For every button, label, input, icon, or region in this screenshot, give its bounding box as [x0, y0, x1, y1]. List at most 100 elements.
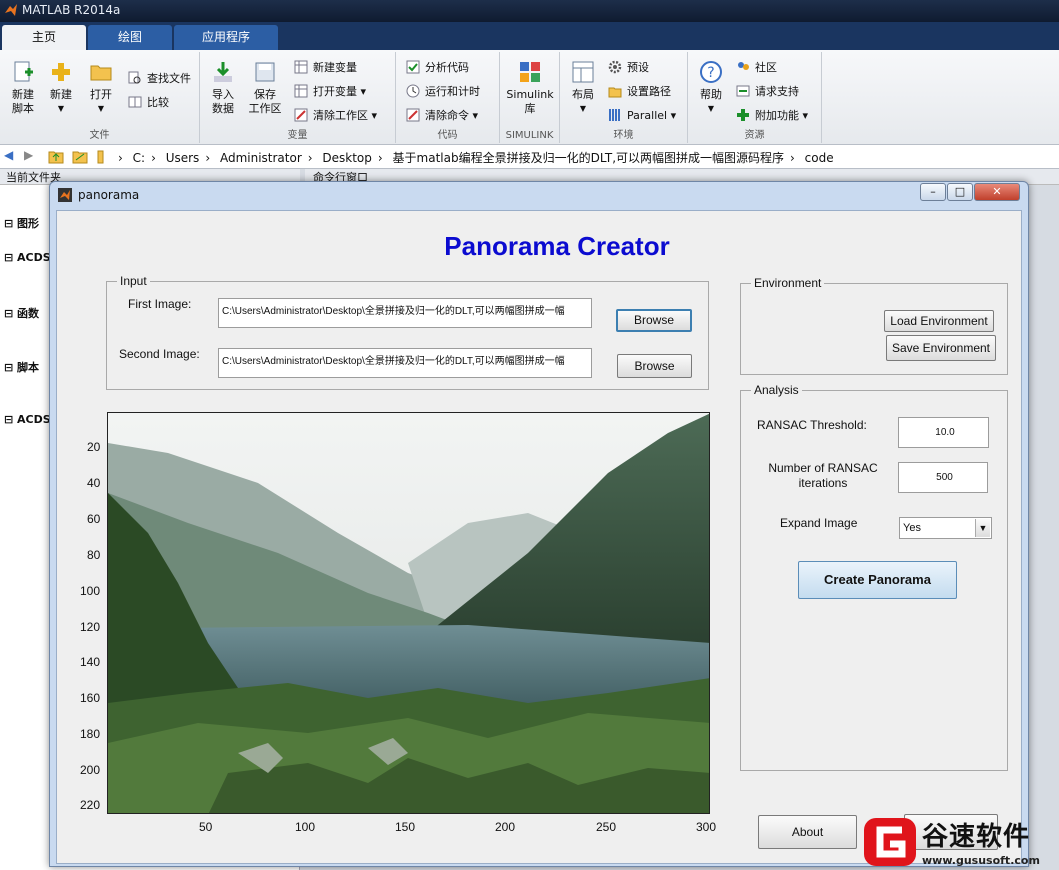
- import-data-label: 导入 数据: [212, 88, 234, 115]
- add-ons-button[interactable]: 附加功能 ▾: [736, 106, 808, 126]
- clear-workspace-button[interactable]: 清除工作区 ▾: [294, 106, 377, 126]
- brand-url: www.gususoft.com: [922, 854, 1040, 867]
- open-variable-button[interactable]: 打开变量 ▾: [294, 82, 366, 102]
- simulink-library-button[interactable]: Simulink 库: [504, 60, 556, 116]
- breadcrumb: › C: › Users › Administrator › Desktop › 基于m…: [118, 151, 834, 165]
- close-button[interactable]: ✕: [974, 183, 1020, 201]
- breadcrumb-item[interactable]: Users: [166, 151, 200, 165]
- layout-label: 布局: [572, 88, 594, 101]
- breadcrumb-item[interactable]: C:: [133, 151, 145, 165]
- open-label: 打开: [90, 88, 112, 101]
- open-button[interactable]: 打开 ▼: [84, 60, 118, 116]
- y-tick-label: 180: [80, 727, 101, 741]
- run-and-time-label: 运行和计时: [425, 85, 480, 98]
- svg-text:?: ?: [707, 65, 714, 81]
- breadcrumb-item[interactable]: code: [805, 151, 834, 165]
- browse-folder-icon[interactable]: [72, 149, 88, 164]
- back-arrow-icon[interactable]: ◀: [4, 148, 13, 162]
- group-label-environment: 环境: [613, 130, 634, 141]
- run-and-time-button[interactable]: 运行和计时: [406, 82, 480, 102]
- import-data-button[interactable]: 导入 数据: [206, 60, 240, 116]
- clear-commands-button[interactable]: 清除命令 ▾: [406, 106, 478, 126]
- new-variable-button[interactable]: 新建变量: [294, 58, 357, 78]
- ribbon-group-file: 新建 脚本 新建 ▼ 打开 ▼ 查找文件 比较 文件: [0, 52, 200, 143]
- breadcrumb-item[interactable]: Administrator: [220, 151, 302, 165]
- analyze-code-button[interactable]: 分析代码: [406, 58, 469, 78]
- import-icon: [214, 62, 232, 82]
- up-folder-icon[interactable]: [48, 149, 64, 164]
- layout-button[interactable]: 布局 ▼: [566, 60, 600, 116]
- new-script-button[interactable]: 新建 脚本: [6, 60, 40, 116]
- image-axes[interactable]: [107, 412, 710, 814]
- browse-first-button[interactable]: Browse: [616, 309, 692, 332]
- preferences-button[interactable]: 预设: [608, 58, 649, 78]
- folder-item[interactable]: ⊟ ACDS: [4, 251, 51, 264]
- breadcrumb-item[interactable]: Desktop: [322, 151, 372, 165]
- environment-panel: Environment Load Environment Save Enviro…: [740, 276, 1008, 375]
- ransac-threshold-field[interactable]: 10.0: [898, 417, 989, 448]
- ribbon-group-resources: ? 帮助 ▼ 社区 请求支持 附加功能 ▾ 资源: [688, 52, 822, 143]
- open-variable-label: 打开变量: [313, 85, 357, 98]
- save-workspace-button[interactable]: 保存 工作区: [246, 60, 284, 116]
- expand-image-value: Yes: [903, 522, 921, 534]
- y-tick-label: 120: [80, 620, 101, 634]
- matlab-logo-icon: [58, 188, 72, 202]
- tab-apps[interactable]: 应用程序: [174, 25, 278, 50]
- chevron-down-icon[interactable]: ▼: [975, 519, 990, 537]
- maximize-button[interactable]: □: [947, 183, 973, 201]
- y-tick-label: 220: [80, 798, 101, 812]
- figure-window: panorama – □ ✕ Panorama Creator Input Fi…: [49, 181, 1029, 867]
- y-tick-label: 100: [80, 584, 101, 598]
- folder-item[interactable]: ⊟ 函数: [4, 305, 39, 321]
- folder-item[interactable]: ⊟ 图形: [4, 215, 39, 231]
- expand-image-label: Expand Image: [780, 516, 858, 530]
- help-button[interactable]: ? 帮助 ▼: [694, 60, 728, 116]
- ransac-threshold-label: RANSAC Threshold:: [757, 418, 867, 432]
- x-tick-label: 50: [199, 820, 213, 834]
- compare-label: 比较: [147, 96, 169, 109]
- brand-logo-icon: [864, 818, 916, 866]
- second-image-path-field[interactable]: C:\Users\Administrator\Desktop\全景拼接及归一化的…: [218, 348, 592, 378]
- set-path-label: 设置路径: [627, 85, 671, 98]
- save-environment-button[interactable]: Save Environment: [886, 335, 996, 361]
- expand-image-select[interactable]: Yes ▼: [899, 517, 992, 539]
- folder-item[interactable]: ⊟ ACDS: [4, 413, 51, 426]
- community-button[interactable]: 社区: [736, 58, 777, 78]
- new-variable-icon: [294, 60, 308, 74]
- browse-second-button[interactable]: Browse: [617, 354, 692, 378]
- gear-icon: [608, 60, 622, 74]
- request-support-icon: [736, 85, 750, 97]
- tab-plots[interactable]: 绘图: [88, 25, 172, 50]
- find-files-button[interactable]: 查找文件: [128, 69, 191, 89]
- load-environment-button[interactable]: Load Environment: [884, 310, 994, 332]
- x-tick-label: 300: [696, 820, 717, 834]
- x-tick-label: 200: [495, 820, 516, 834]
- compare-icon: [128, 96, 142, 108]
- help-label: 帮助: [700, 88, 722, 101]
- input-panel-label: Input: [117, 274, 150, 288]
- set-path-icon: [608, 87, 622, 98]
- parallel-icon: [609, 109, 620, 121]
- folder-item[interactable]: ⊟ 脚本: [4, 359, 39, 375]
- new-button[interactable]: 新建 ▼: [44, 60, 78, 116]
- first-image-path-field[interactable]: C:\Users\Administrator\Desktop\全景拼接及归一化的…: [218, 298, 592, 328]
- tab-home[interactable]: 主页: [2, 25, 86, 50]
- set-path-button[interactable]: 设置路径: [608, 82, 671, 102]
- request-support-button[interactable]: 请求支持: [736, 82, 799, 102]
- forward-arrow-icon[interactable]: ▶: [24, 148, 33, 162]
- ransac-iterations-field[interactable]: 500: [898, 462, 988, 493]
- group-label-simulink: SIMULINK: [505, 130, 554, 141]
- compare-button[interactable]: 比较: [128, 93, 169, 113]
- breadcrumb-item[interactable]: 基于matlab编程全景拼接及归一化的DLT,可以两幅图拼成一幅图源码程序: [393, 151, 784, 165]
- help-icon: ?: [700, 61, 722, 83]
- community-icon: [738, 62, 749, 70]
- y-tick-label: 20: [87, 440, 101, 454]
- save-workspace-icon: [255, 62, 275, 82]
- y-tick-label: 40: [87, 476, 101, 490]
- parallel-button[interactable]: Parallel ▾: [608, 106, 676, 126]
- clear-commands-label: 清除命令: [425, 109, 469, 122]
- minimize-button[interactable]: –: [920, 183, 946, 201]
- create-panorama-button[interactable]: Create Panorama: [798, 561, 957, 599]
- find-files-icon: [128, 71, 141, 84]
- about-button[interactable]: About: [758, 815, 857, 849]
